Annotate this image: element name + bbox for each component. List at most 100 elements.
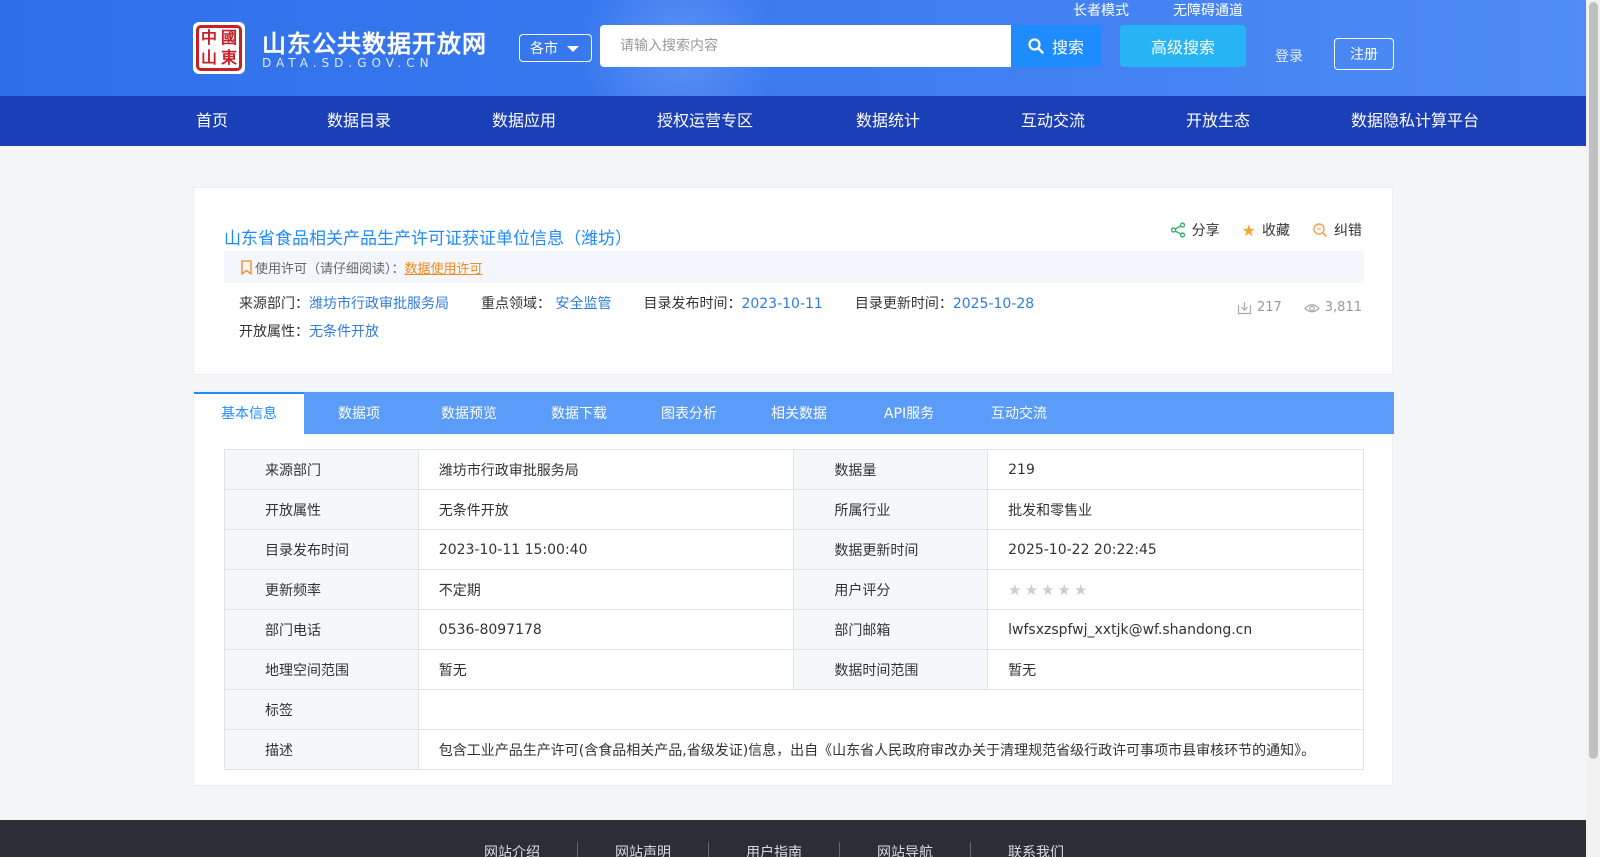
star-icon[interactable]: ★ [1074, 581, 1087, 599]
table-value: 暂无 [417, 649, 795, 690]
dataset-info-card: 山东省食品相关产品生产许可证获证单位信息（潍坊） 分享 ★ 收藏 纠错 使用许可… [193, 187, 1393, 375]
publish-time-label: 目录发布时间： [643, 296, 742, 312]
tab-chart-analysis[interactable]: 图表分析 [634, 392, 744, 434]
open-attr-link[interactable]: 无条件开放 [309, 324, 379, 340]
tab-interaction[interactable]: 互动交流 [964, 392, 1074, 434]
table-value: 不定期 [417, 569, 795, 610]
table-value: 0536-8097178 [417, 609, 795, 650]
accessibility-link[interactable]: 无障碍通道 [1173, 0, 1243, 20]
star-icon[interactable]: ★ [1008, 581, 1021, 599]
tab-related-data[interactable]: 相关数据 [744, 392, 854, 434]
tab-data-preview[interactable]: 数据预览 [414, 392, 524, 434]
publish-time-meta: 目录发布时间：2023-10-11 [643, 293, 822, 313]
site-footer: 网站介绍 网站声明 用户指南 网站导航 联系我们 [0, 820, 1586, 857]
star-icon[interactable]: ★ [1041, 581, 1054, 599]
scrollbar-thumb[interactable] [1589, 2, 1598, 759]
table-row: 更新频率 不定期 用户评分 ★ ★ ★ ★ ★ [224, 569, 1364, 610]
dataset-stats: 217 3,811 [1237, 300, 1362, 315]
nav-item-apps[interactable]: 数据应用 [492, 96, 556, 146]
footer-link-statement[interactable]: 网站声明 [578, 842, 709, 857]
search-button-label: 搜索 [1051, 38, 1084, 57]
site-header: 中 國 山 東 山东公共数据开放网 DATA.SD.GOV.CN 各市 搜索 高… [0, 0, 1586, 96]
footer-link-sitemap[interactable]: 网站导航 [840, 842, 971, 857]
nav-item-catalog[interactable]: 数据目录 [327, 96, 391, 146]
user-rating: ★ ★ ★ ★ ★ [987, 569, 1364, 610]
city-select[interactable]: 各市 [519, 34, 592, 62]
update-time-meta: 目录更新时间：2025-10-28 [855, 293, 1034, 313]
dataset-actions: 分享 ★ 收藏 纠错 [1170, 220, 1362, 240]
tab-basic-info[interactable]: 基本信息 [194, 392, 304, 434]
nav-item-home[interactable]: 首页 [196, 96, 228, 146]
table-label: 数据更新时间 [793, 529, 989, 570]
tab-api-service[interactable]: API服务 [854, 392, 964, 434]
site-title: 山东公共数据开放网 [262, 30, 487, 58]
bookmark-icon [241, 259, 252, 275]
domain-link[interactable]: 安全监管 [555, 296, 611, 312]
footer-links: 网站介绍 网站声明 用户指南 网站导航 联系我们 [484, 842, 1101, 857]
table-label: 开放属性 [224, 489, 419, 530]
license-link[interactable]: 数据使用许可 [405, 258, 483, 277]
report-error-button[interactable]: 纠错 [1312, 220, 1362, 240]
table-row: 部门电话 0536-8097178 部门邮箱 lwfsxzspfwj_xxtjk… [224, 609, 1364, 650]
table-label: 部门电话 [224, 609, 419, 650]
share-button[interactable]: 分享 [1170, 220, 1220, 240]
table-value: 219 [987, 449, 1364, 490]
elder-mode-link[interactable]: 长者模式 [1073, 0, 1129, 20]
tab-data-items[interactable]: 数据项 [304, 392, 414, 434]
table-label: 所属行业 [793, 489, 989, 530]
seal-char: 東 [220, 48, 237, 67]
source-dept-link[interactable]: 潍坊市行政审批服务局 [309, 296, 449, 312]
seal-char: 山 [200, 48, 217, 67]
footer-link-about[interactable]: 网站介绍 [484, 842, 578, 857]
view-count-value: 3,811 [1324, 300, 1362, 315]
footer-link-contact[interactable]: 联系我们 [971, 842, 1101, 857]
table-value: 批发和零售业 [987, 489, 1364, 530]
source-dept-meta: 来源部门：潍坊市行政审批服务局 [239, 293, 449, 313]
favorite-label: 收藏 [1262, 223, 1290, 239]
page-scrollbar[interactable] [1586, 0, 1600, 857]
star-icon[interactable]: ★ [1025, 581, 1038, 599]
nav-item-statistics[interactable]: 数据统计 [856, 96, 920, 146]
tab-data-download[interactable]: 数据下载 [524, 392, 634, 434]
nav-item-privacy-computing[interactable]: 数据隐私计算平台 [1351, 96, 1479, 146]
license-bar: 使用许可（请仔细阅读）： 数据使用许可 [224, 251, 1364, 283]
table-label: 更新频率 [224, 569, 419, 610]
register-button[interactable]: 注册 [1334, 38, 1394, 70]
tags-value [417, 689, 1365, 730]
table-label: 目录发布时间 [224, 529, 419, 570]
site-logo[interactable]: 中 國 山 東 [193, 22, 245, 74]
search-icon [1028, 38, 1044, 54]
open-attr-meta: 开放属性：无条件开放 [239, 321, 379, 341]
rating-stars[interactable]: ★ ★ ★ ★ ★ [1008, 581, 1363, 599]
nav-item-ecosystem[interactable]: 开放生态 [1186, 96, 1250, 146]
share-label: 分享 [1191, 223, 1220, 239]
table-label: 来源部门 [224, 449, 419, 490]
search-button[interactable]: 搜索 [1011, 25, 1101, 67]
dataset-title: 山东省食品相关产品生产许可证获证单位信息（潍坊） [224, 229, 632, 249]
advanced-search-button[interactable]: 高级搜索 [1120, 25, 1246, 67]
table-label: 数据量 [793, 449, 989, 490]
table-value: 暂无 [987, 649, 1364, 690]
table-label: 标签 [224, 689, 419, 730]
login-link[interactable]: 登录 [1275, 46, 1303, 66]
search-input[interactable] [600, 25, 1011, 67]
table-row: 开放属性 无条件开放 所属行业 批发和零售业 [224, 489, 1364, 530]
nav-item-authorized-ops[interactable]: 授权运营专区 [657, 96, 753, 146]
favorite-button[interactable]: ★ 收藏 [1242, 220, 1290, 240]
download-count-value: 217 [1256, 300, 1282, 315]
table-value: lwfsxzspfwj_xxtjk@wf.shandong.cn [987, 609, 1364, 650]
star-icon[interactable]: ★ [1057, 581, 1070, 599]
table-label: 数据时间范围 [793, 649, 989, 690]
report-label: 纠错 [1334, 223, 1362, 239]
table-value: 2023-10-11 15:00:40 [417, 529, 795, 570]
table-label: 部门邮箱 [793, 609, 989, 650]
table-row: 目录发布时间 2023-10-11 15:00:40 数据更新时间 2025-1… [224, 529, 1364, 570]
table-row: 标签 [224, 689, 1365, 730]
view-count: 3,811 [1303, 300, 1362, 315]
seal-icon: 中 國 山 東 [196, 25, 242, 71]
domain-label: 重点领域： [481, 296, 551, 312]
nav-item-interaction[interactable]: 互动交流 [1021, 96, 1085, 146]
table-row: 地理空间范围 暂无 数据时间范围 暂无 [224, 649, 1364, 690]
tab-bar: 基本信息 数据项 数据预览 数据下载 图表分析 相关数据 API服务 互动交流 [194, 392, 1394, 434]
footer-link-guide[interactable]: 用户指南 [709, 842, 840, 857]
